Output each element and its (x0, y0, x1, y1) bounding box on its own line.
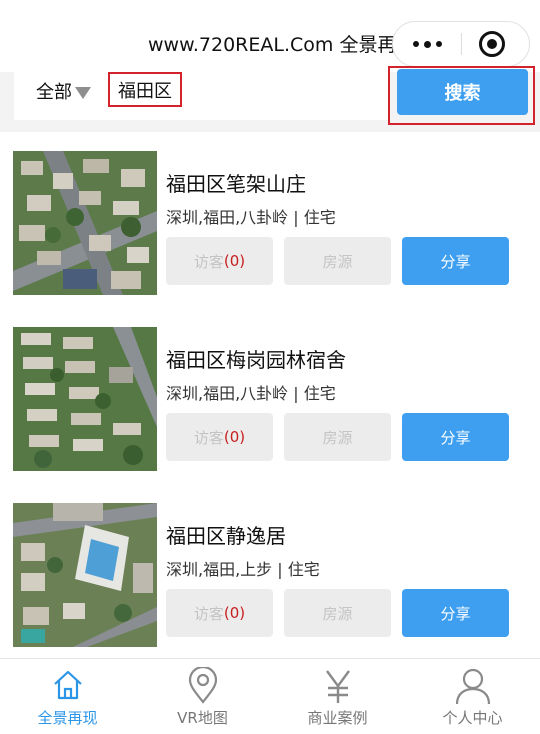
more-menu-icon[interactable] (393, 22, 461, 66)
visitor-label: 访客 (193, 604, 224, 623)
tab-label: 个人中心 (442, 709, 503, 727)
tab-business-cases[interactable]: 商业案例 (270, 659, 405, 734)
bottom-tab-bar: 全景再现 VR地图 商业案例 个人中心 (0, 658, 540, 734)
listing-card[interactable]: 福田区静逸居 深圳,福田,上步 | 住宅 访客 (0) 房源 分享 (0, 484, 540, 660)
close-target-icon[interactable] (479, 31, 505, 57)
map-pin-icon (188, 667, 217, 704)
visitor-label: 访客 (193, 428, 224, 447)
share-button[interactable]: 分享 (402, 413, 509, 461)
yen-icon (325, 670, 350, 703)
listing-thumbnail[interactable] (13, 151, 157, 295)
person-icon (455, 668, 490, 705)
listing-name[interactable]: 福田区笔架山庄 (166, 168, 306, 197)
listing-tags: 深圳,福田,八卦岭 | 住宅 (166, 384, 336, 403)
share-button[interactable]: 分享 (402, 237, 509, 285)
district-select-label: 全部 (36, 82, 72, 103)
house-source-button[interactable]: 房源 (284, 413, 391, 461)
visitor-button[interactable]: 访客 (0) (166, 237, 273, 285)
dropdown-triangle-icon (75, 87, 91, 99)
search-button[interactable]: 搜索 (397, 69, 528, 115)
listing-card[interactable]: 福田区梅岗园林宿舍 深圳,福田,八卦岭 | 住宅 访客 (0) 房源 分享 (0, 308, 540, 484)
tab-label: 商业案例 (307, 709, 368, 727)
visitor-count: (0) (223, 428, 246, 446)
capsule-divider (461, 33, 462, 55)
listing-tags: 深圳,福田,八卦岭 | 住宅 (166, 208, 336, 227)
listing-name[interactable]: 福田区梅岗园林宿舍 (166, 344, 346, 373)
tab-vr-map[interactable]: VR地图 (135, 659, 270, 734)
share-button[interactable]: 分享 (402, 589, 509, 637)
visitor-count: (0) (223, 604, 246, 622)
listing-thumbnail[interactable] (13, 503, 157, 647)
title-bar: www.720REAL.Com 全景再现 (0, 0, 540, 72)
house-source-button[interactable]: 房源 (284, 237, 391, 285)
house-source-button[interactable]: 房源 (284, 589, 391, 637)
listing-card[interactable]: 福田区笔架山庄 深圳,福田,八卦岭 | 住宅 访客 (0) 房源 分享 (0, 132, 540, 308)
listing-list: 福田区笔架山庄 深圳,福田,八卦岭 | 住宅 访客 (0) 房源 分享 福田区梅… (0, 132, 540, 660)
listing-tags: 深圳,福田,上步 | 住宅 (166, 560, 320, 579)
filter-panel: 全部 福田区 (14, 72, 388, 120)
home-icon (53, 670, 82, 700)
district-select[interactable]: 全部 (36, 77, 91, 105)
listing-thumbnail[interactable] (13, 327, 157, 471)
tab-label: VR地图 (177, 709, 228, 727)
tab-label: 全景再现 (37, 709, 98, 727)
district-input[interactable]: 福田区 (108, 72, 182, 107)
visitor-button[interactable]: 访客 (0) (166, 589, 273, 637)
tab-panorama[interactable]: 全景再现 (0, 659, 135, 734)
tab-personal-center[interactable]: 个人中心 (405, 659, 540, 734)
app-page: www.720REAL.Com 全景再现 全部 福田区 搜索 福田区笔架山庄 深… (0, 0, 540, 734)
visitor-label: 访客 (193, 252, 224, 271)
app-title: www.720REAL.Com 全景再现 (148, 34, 416, 56)
mini-program-capsule (392, 21, 530, 67)
listing-name[interactable]: 福田区静逸居 (166, 520, 286, 549)
visitor-count: (0) (223, 252, 246, 270)
visitor-button[interactable]: 访客 (0) (166, 413, 273, 461)
